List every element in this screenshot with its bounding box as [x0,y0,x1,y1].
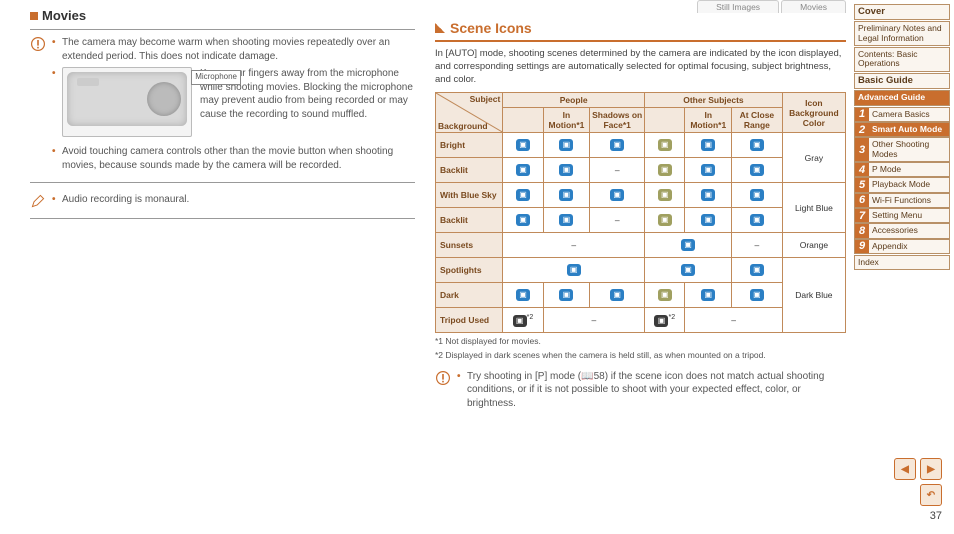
nav-chapter-2[interactable]: 2Smart Auto Mode [854,122,950,137]
page-controls: ◀ ▶ ↶ 37 [894,458,942,522]
warning-block: The camera may become warm when shooting… [30,36,415,176]
note-block: Audio recording is monaural. [30,193,415,212]
tag-movies: Movies [781,0,846,13]
pencil-icon [30,193,46,212]
warning-bullets: The camera may become warm when shooting… [52,36,415,176]
tag-still: Still Images [697,0,779,13]
nav-index[interactable]: Index [854,255,950,270]
camera-diagram: Microphone [62,67,192,137]
nav-chapter-9[interactable]: 9Appendix [854,239,950,254]
bullet-item: Microphone Keep your fingers away from t… [52,67,415,141]
sidebar-nav: Cover Preliminary Notes and Legal Inform… [854,0,954,534]
mode-tags: Still Images Movies [697,0,846,13]
return-button[interactable]: ↶ [920,484,942,506]
nav-contents[interactable]: Contents: Basic Operations [854,47,950,72]
nav-chapter-1[interactable]: 1Camera Basics [854,107,950,122]
footnote-2: *2 Displayed in dark scenes when the cam… [435,350,846,361]
th-people: People [503,93,645,108]
tip-block: Try shooting in [P] mode (📖58) if the sc… [435,370,846,415]
nav-advanced-guide[interactable]: Advanced Guide [854,90,950,105]
th-icon-bg: Icon Background Color [782,93,845,133]
nav-chapter-6[interactable]: 6Wi-Fi Functions [854,193,950,208]
scene-icons-heading: Scene Icons [435,20,846,36]
nav-basic-guide[interactable]: Basic Guide [854,73,950,89]
nav-prelim[interactable]: Preliminary Notes and Legal Information [854,21,950,46]
exclamation-icon [30,36,46,55]
right-column: Still Images Movies Scene Icons In [AUTO… [425,0,854,534]
nav-chapter-7[interactable]: 7Setting Menu [854,208,950,223]
nav-chapter-3[interactable]: 3Other Shooting Modes [854,137,950,162]
prev-page-button[interactable]: ◀ [894,458,916,480]
exclamation-icon [435,370,451,389]
tip-text: Try shooting in [P] mode (📖58) if the sc… [457,370,846,411]
scene-icons-table: Subject Background People Other Subjects… [435,92,846,333]
nav-chapter-5[interactable]: 5Playback Mode [854,177,950,192]
page-number: 37 [930,510,942,522]
th-corner: Subject Background [436,93,503,133]
next-page-button[interactable]: ▶ [920,458,942,480]
bullet-item: Avoid touching camera controls other tha… [52,145,415,172]
bullet-item: The camera may become warm when shooting… [52,36,415,63]
microphone-label: Microphone [191,70,241,85]
note-text: Audio recording is monaural. [52,193,189,207]
movies-heading: Movies [30,8,415,23]
nav-chapter-8[interactable]: 8Accessories [854,223,950,238]
nav-chapter-4[interactable]: 4P Mode [854,162,950,177]
intro-text: In [AUTO] mode, shooting scenes determin… [435,48,846,86]
nav-cover[interactable]: Cover [854,4,950,20]
th-other: Other Subjects [645,93,783,108]
left-column: Movies The camera may become warm when s… [0,0,425,534]
footnote-1: *1 Not displayed for movies. [435,336,846,347]
